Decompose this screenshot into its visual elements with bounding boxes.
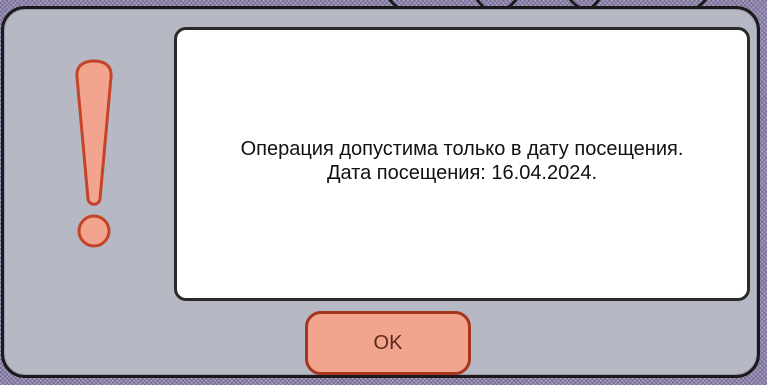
- message-text: Операция допустима только в дату посещен…: [240, 138, 684, 160]
- visit-date-text: Дата посещения: 16.04.2024.: [326, 162, 598, 184]
- ok-button[interactable]: OK: [305, 311, 471, 375]
- alert-dialog: Операция допустима только в дату посещен…: [1, 6, 760, 378]
- message-panel: Операция допустима только в дату посещен…: [174, 27, 750, 301]
- exclamation-icon: [70, 59, 118, 255]
